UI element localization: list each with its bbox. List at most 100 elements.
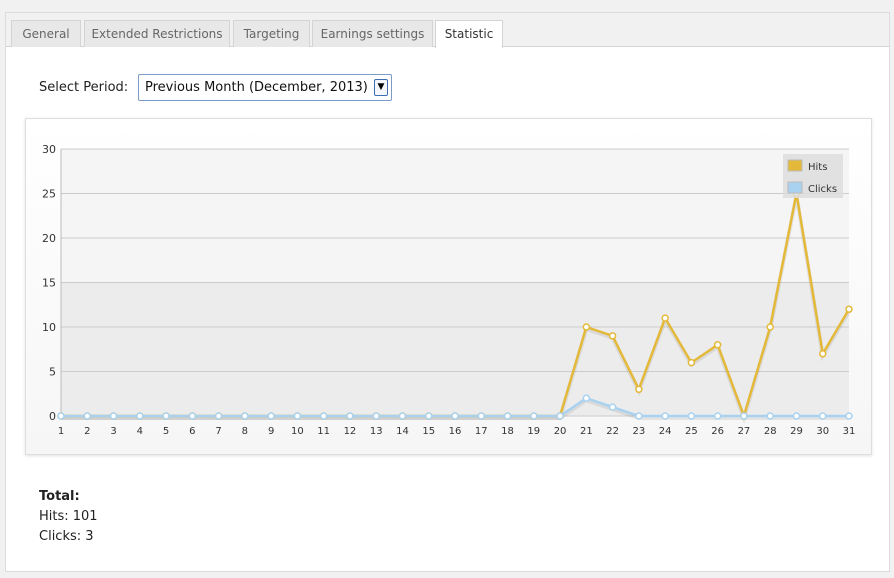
tab-earnings-settings[interactable]: Earnings settings bbox=[312, 20, 433, 47]
data-point-clicks bbox=[687, 412, 696, 420]
x-tick-label: 19 bbox=[527, 426, 540, 437]
x-tick-label: 9 bbox=[268, 426, 274, 437]
x-tick-label: 17 bbox=[475, 426, 488, 437]
x-tick-label: 25 bbox=[685, 426, 698, 437]
data-point-clicks bbox=[451, 412, 459, 420]
data-point-hits bbox=[766, 323, 774, 331]
x-tick-label: 16 bbox=[449, 426, 462, 437]
data-point-hits bbox=[713, 341, 722, 349]
data-point-clicks bbox=[372, 412, 380, 420]
statistics-chart: 0 5 10 15 20 25 30 1 2 3 4 5 6 7 8 9 10 11 12 13 14 15 16 17 18 1… bbox=[25, 118, 872, 455]
x-tick-label: 30 bbox=[816, 426, 829, 437]
y-tick-label: 10 bbox=[42, 321, 56, 334]
x-tick-label: 4 bbox=[137, 426, 143, 437]
data-point-clicks bbox=[398, 412, 407, 420]
x-tick-label: 27 bbox=[738, 426, 751, 437]
x-tick-label: 28 bbox=[764, 426, 777, 437]
tab-general[interactable]: General bbox=[11, 20, 81, 47]
y-tick-label: 25 bbox=[42, 188, 56, 201]
x-tick-label: 8 bbox=[242, 426, 248, 437]
tab-statistic[interactable]: Statistic bbox=[435, 20, 503, 48]
x-tick-label: 31 bbox=[843, 426, 856, 437]
data-point-hits bbox=[818, 349, 827, 358]
y-tick-label: 20 bbox=[42, 232, 56, 245]
data-point-clicks bbox=[661, 412, 669, 420]
x-tick-label: 15 bbox=[422, 426, 435, 437]
x-tick-label: 5 bbox=[163, 426, 169, 437]
legend-label-hits: Hits bbox=[808, 162, 827, 173]
data-point-clicks bbox=[608, 403, 617, 411]
chart-svg: 0510152025301 2 3 4 5 6 7 8 9 10 11 12 13 14 15 16 17 18 1… bbox=[42, 143, 856, 437]
period-select-value: Previous Month (December, 2013) bbox=[145, 80, 368, 95]
legend-label-clicks: Clicks bbox=[808, 184, 837, 195]
totals-section: Total: Hits: 101 Clicks: 3 bbox=[39, 487, 98, 547]
x-tick-label: 18 bbox=[501, 426, 514, 437]
data-point-hits bbox=[687, 358, 696, 367]
data-point-clicks bbox=[740, 412, 748, 420]
data-point-clicks bbox=[136, 412, 144, 420]
x-tick-label: 10 bbox=[291, 426, 304, 437]
data-point-clicks bbox=[162, 412, 170, 420]
totals-hits: Hits: 101 bbox=[39, 509, 98, 524]
data-point-clicks bbox=[556, 412, 564, 420]
x-tick-label: 12 bbox=[344, 426, 357, 437]
data-point-clicks bbox=[818, 412, 827, 420]
x-tick-label: 11 bbox=[317, 426, 330, 437]
legend-swatch-hits bbox=[787, 159, 803, 172]
y-tick-label: 5 bbox=[49, 366, 56, 379]
data-point-clicks bbox=[346, 412, 354, 420]
data-point-clicks bbox=[503, 412, 512, 420]
totals-heading: Total: bbox=[39, 489, 80, 504]
x-tick-label: 14 bbox=[396, 426, 409, 437]
data-point-hits bbox=[845, 305, 853, 313]
tab-bar: General Extended Restrictions Targeting … bbox=[6, 13, 889, 48]
data-point-clicks bbox=[845, 412, 853, 420]
data-point-clicks bbox=[109, 412, 118, 420]
data-point-clicks bbox=[83, 412, 92, 420]
data-point-hits bbox=[635, 385, 643, 394]
data-point-clicks bbox=[214, 412, 223, 420]
data-point-clicks bbox=[57, 412, 65, 420]
plot-area-highlight bbox=[61, 149, 849, 283]
data-point-clicks bbox=[792, 412, 801, 420]
totals-clicks: Clicks: 3 bbox=[39, 529, 94, 544]
data-point-clicks bbox=[293, 412, 302, 420]
x-tick-label: 24 bbox=[659, 426, 672, 437]
data-point-hits bbox=[661, 314, 669, 322]
tab-extended-restrictions[interactable]: Extended Restrictions bbox=[84, 20, 230, 47]
statistics-panel: General Extended Restrictions Targeting … bbox=[5, 12, 890, 572]
data-point-clicks bbox=[241, 412, 249, 420]
x-tick-label: 22 bbox=[606, 426, 619, 437]
period-select[interactable]: Previous Month (December, 2013) ▼ bbox=[138, 74, 392, 101]
data-point-hits bbox=[608, 332, 617, 340]
x-tick-label: 26 bbox=[711, 426, 724, 437]
data-point-clicks bbox=[188, 412, 197, 420]
x-tick-label: 20 bbox=[554, 426, 567, 437]
y-tick-label: 30 bbox=[42, 143, 56, 156]
chevron-down-icon[interactable]: ▼ bbox=[374, 79, 388, 96]
data-point-clicks bbox=[713, 412, 722, 420]
x-tick-label: 13 bbox=[370, 426, 383, 437]
data-point-clicks bbox=[635, 412, 643, 420]
data-point-clicks bbox=[582, 394, 591, 402]
data-point-clicks bbox=[267, 412, 275, 420]
x-tick-label: 29 bbox=[790, 426, 803, 437]
legend-swatch-clicks bbox=[787, 181, 803, 194]
x-tick-label: 1 bbox=[58, 426, 64, 437]
data-point-clicks bbox=[766, 412, 774, 420]
x-tick-label: 7 bbox=[215, 426, 221, 437]
x-tick-label: 23 bbox=[632, 426, 645, 437]
data-point-clicks bbox=[530, 412, 538, 420]
select-period-label: Select Period: bbox=[39, 80, 129, 95]
y-tick-label: 15 bbox=[42, 277, 56, 290]
x-tick-label: 21 bbox=[580, 426, 593, 437]
x-tick-label: 6 bbox=[189, 426, 195, 437]
y-tick-label: 0 bbox=[49, 410, 56, 423]
x-tick-label: 3 bbox=[110, 426, 116, 437]
data-point-clicks bbox=[424, 412, 433, 420]
x-tick-label: 2 bbox=[84, 426, 90, 437]
data-point-hits bbox=[582, 323, 591, 331]
tab-targeting[interactable]: Targeting bbox=[233, 20, 310, 47]
data-point-clicks bbox=[319, 412, 328, 420]
data-point-clicks bbox=[477, 412, 486, 420]
